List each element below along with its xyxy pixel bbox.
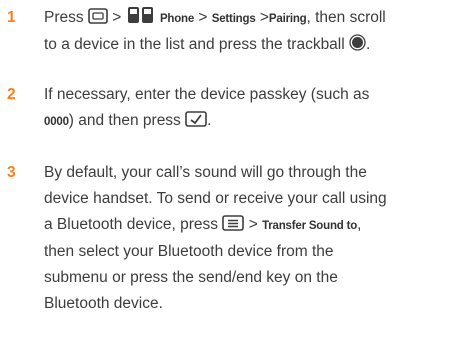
menu-path-pairing: Pairing xyxy=(268,13,307,25)
period: . xyxy=(366,36,371,53)
passkey-code: 0000 xyxy=(44,116,69,128)
comma: , xyxy=(357,216,362,233)
soft-key-icon xyxy=(185,111,207,127)
step-number: 3 xyxy=(7,164,16,181)
menu-path-phone: Phone xyxy=(159,13,195,25)
menu-path-transfer-sound: Transfer Sound to xyxy=(262,220,358,232)
step-line: Bluetooth device. xyxy=(44,295,163,312)
menu-key-icon xyxy=(88,8,108,24)
step-line: submenu or press the send/end key on the xyxy=(44,269,338,286)
step-line: If necessary, enter the device passkey (… xyxy=(44,86,370,103)
step-text: By default, your call’s sound will go th… xyxy=(44,160,464,317)
phone-handset-icon xyxy=(127,7,153,23)
step-text: Press > Phone > Settings >Pairing, then … xyxy=(44,5,464,58)
step-line: Press > Phone > Settings >Pairing, then … xyxy=(44,5,464,32)
step-line: then select your Bluetooth device from t… xyxy=(44,243,334,260)
separator: > xyxy=(248,216,258,233)
step-text-tail: , then scroll xyxy=(306,9,386,26)
step-number: 1 xyxy=(7,9,16,26)
step-line: device handset. To send or receive your … xyxy=(44,190,387,207)
step-text-segment: ) and then press xyxy=(68,112,181,129)
separator: > xyxy=(198,9,208,26)
separator: > xyxy=(259,9,269,26)
step-text-segment: to a device in the list and press the tr… xyxy=(44,36,345,53)
step-line: By default, your call’s sound will go th… xyxy=(44,164,367,181)
trackball-icon xyxy=(349,34,366,51)
separator: > xyxy=(112,9,122,26)
press-label: Press xyxy=(44,9,84,26)
step-text-segment: a Bluetooth device, press xyxy=(44,216,219,233)
step-line: 0000) and then press . xyxy=(44,108,464,135)
menu-path-settings: Settings xyxy=(211,13,256,25)
step-number: 2 xyxy=(7,86,16,103)
manual-page: 1 Press > Phone > Settings >Pairing, the… xyxy=(0,0,467,341)
step-line: to a device in the list and press the tr… xyxy=(44,32,464,58)
step-text: If necessary, enter the device passkey (… xyxy=(44,82,464,135)
step-line: a Bluetooth device, press > Transfer Sou… xyxy=(44,212,464,239)
options-key-icon xyxy=(222,215,245,231)
period: . xyxy=(207,112,212,129)
